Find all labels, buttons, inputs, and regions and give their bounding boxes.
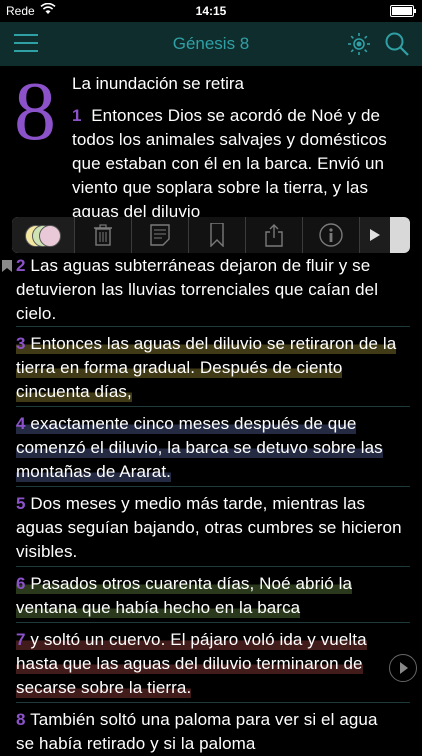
- status-bar: Rede 14:15: [0, 0, 422, 22]
- play-arrow-icon: [370, 229, 380, 241]
- verse-2[interactable]: 2 Las aguas subterráneas dejaron de flui…: [16, 254, 410, 326]
- verse-action-toolbar: [12, 217, 410, 253]
- highlight-colors-icon: [25, 225, 61, 247]
- bookmark-icon: [210, 223, 224, 247]
- verse-7[interactable]: 7 y soltó un cuervo. El pájaro voló ida …: [16, 628, 410, 700]
- status-time: 14:15: [195, 4, 227, 18]
- info-button[interactable]: [303, 217, 360, 253]
- audio-play-icon[interactable]: [389, 654, 417, 682]
- verse-number: 4: [16, 414, 26, 433]
- delete-button[interactable]: [75, 217, 132, 253]
- verse-6[interactable]: 6 Pasados otros cuarenta días, Noé abrió…: [16, 572, 410, 620]
- section-heading: La inundación se retira: [72, 74, 245, 93]
- verse-number: 1: [72, 106, 82, 125]
- divider: [16, 326, 410, 327]
- divider: [16, 622, 410, 623]
- verse-number: 5: [16, 494, 26, 513]
- verse-number: 3: [16, 334, 26, 353]
- info-icon: [319, 223, 343, 247]
- chapter-number: 8: [14, 65, 56, 158]
- more-actions-button[interactable]: [360, 217, 390, 253]
- divider: [16, 406, 410, 407]
- verse-number: 2: [16, 256, 26, 275]
- note-icon: [150, 224, 170, 246]
- verse-number: 7: [16, 630, 26, 649]
- verse-text: Entonces las aguas del diluvio se retira…: [16, 334, 397, 401]
- verse-text: y soltó un cuervo. El pájaro voló ida y …: [16, 630, 367, 697]
- search-icon[interactable]: [384, 31, 410, 57]
- bookmark-indicator-icon: [2, 259, 12, 272]
- highlight-colors-button[interactable]: [12, 217, 75, 253]
- nav-bar: Génesis 8: [0, 22, 422, 66]
- verse-number: 8: [16, 710, 26, 729]
- verse-text: Dos meses y medio más tarde, mientras la…: [16, 494, 402, 561]
- verse-1[interactable]: 1 Entonces Dios se acordó de Noé y de to…: [72, 104, 410, 224]
- verse-text: Entonces Dios se acordó de Noé y de todo…: [72, 106, 387, 221]
- battery-icon: [390, 5, 416, 17]
- trash-icon: [94, 224, 112, 246]
- share-button[interactable]: [246, 217, 303, 253]
- verse-text: Las aguas subterráneas dejaron de fluir …: [16, 256, 379, 323]
- divider: [16, 486, 410, 487]
- note-button[interactable]: [132, 217, 189, 253]
- verse-3[interactable]: 3 Entonces las aguas del diluvio se reti…: [16, 332, 410, 404]
- verse-number: 6: [16, 574, 26, 593]
- verse-5[interactable]: 5 Dos meses y medio más tarde, mientras …: [16, 492, 410, 564]
- brightness-icon[interactable]: [347, 32, 371, 56]
- divider: [16, 702, 410, 703]
- verse-text: exactamente cinco meses después de que c…: [16, 414, 383, 481]
- verse-4[interactable]: 4 exactamente cinco meses después de que…: [16, 412, 410, 484]
- chapter-content: 8 La inundación se retira 1 Entonces Dio…: [0, 65, 422, 753]
- divider: [16, 566, 410, 567]
- verse-text: Pasados otros cuarenta días, Noé abrió l…: [16, 574, 353, 617]
- verse-8[interactable]: 8 También soltó una paloma para ver si e…: [16, 708, 386, 756]
- bookmark-button[interactable]: [189, 217, 246, 253]
- verse-text: También soltó una paloma para ver si el …: [16, 710, 378, 753]
- share-icon: [265, 224, 283, 247]
